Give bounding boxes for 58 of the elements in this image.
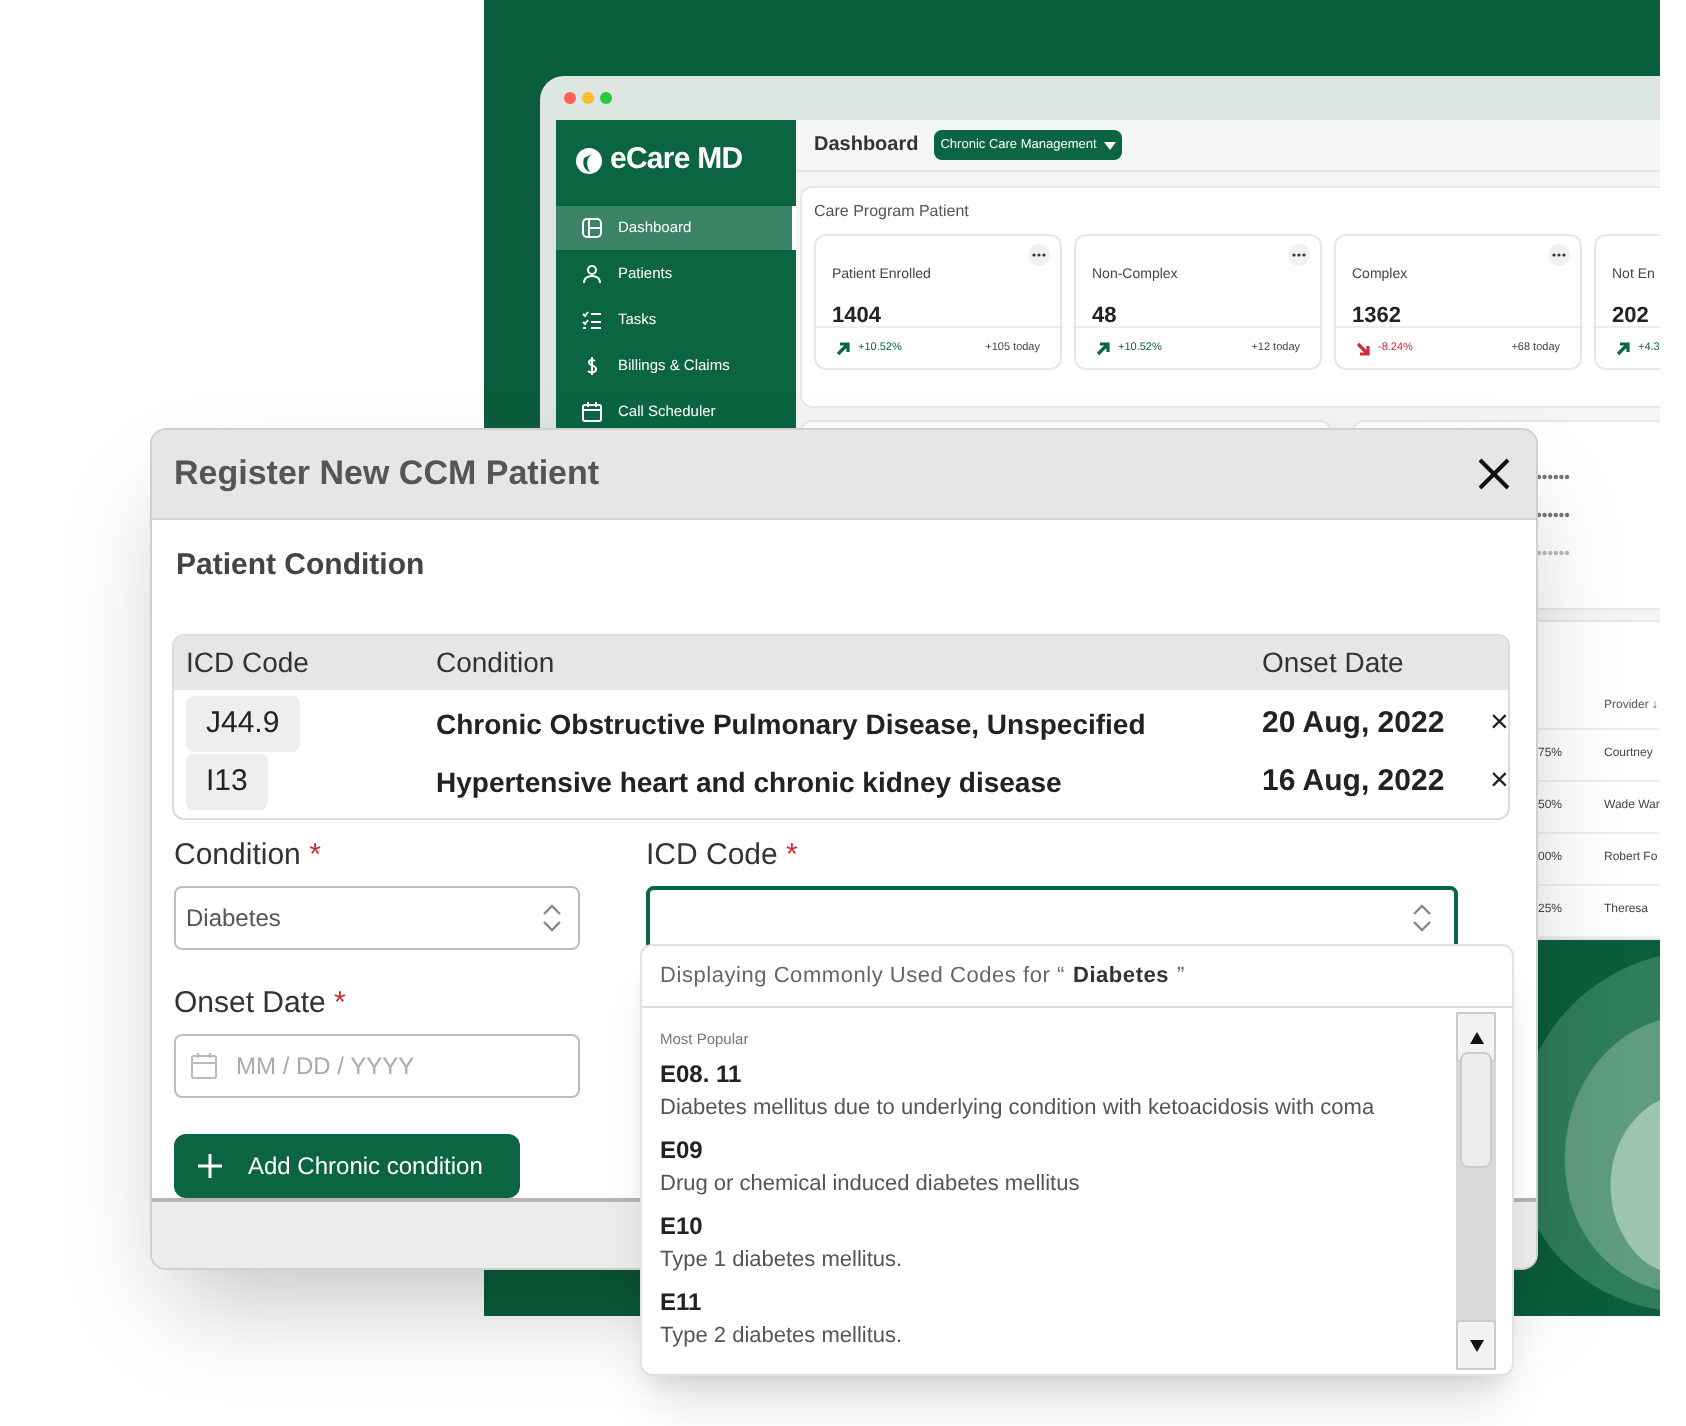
option-description[interactable]: Type 2 diabetes mellitus. bbox=[660, 1320, 1456, 1353]
scroll-up-icon bbox=[1469, 1031, 1483, 1043]
table-cell-text: 20 Aug, 2022 bbox=[1262, 703, 1447, 744]
required-mark: * bbox=[309, 837, 321, 871]
option-code[interactable]: E09 bbox=[660, 1132, 1456, 1169]
select-arrows-icon bbox=[542, 903, 562, 931]
option-code[interactable]: E10 bbox=[660, 1208, 1456, 1245]
option-description[interactable]: Diabetes mellitus due to underlying condition with ketoacidosis with coma bbox=[660, 1092, 1456, 1125]
masked-value-icon bbox=[1536, 550, 1570, 556]
add-condition-button[interactable]: Add Chronic condition bbox=[174, 1133, 520, 1197]
dollar-icon bbox=[582, 356, 602, 376]
code-tag: I13 bbox=[186, 753, 268, 811]
masked-value-icon bbox=[1536, 474, 1570, 480]
option-description[interactable]: Type 1 diabetes mellitus. bbox=[660, 1244, 1456, 1277]
page-title: Dashboard bbox=[814, 132, 919, 161]
scroll-thumb[interactable] bbox=[1460, 1052, 1492, 1168]
condition-select[interactable]: Diabetes bbox=[174, 885, 580, 949]
modal-title: Register New CCM Patient bbox=[174, 452, 600, 497]
required-mark: * bbox=[786, 837, 798, 871]
card-title: Care Program Patient bbox=[814, 200, 969, 225]
stat-value: 1404 bbox=[832, 302, 883, 333]
column-header: ICD Code bbox=[186, 643, 311, 681]
table-cell-text: Hypertensive heart and chronic kidney disease bbox=[436, 763, 1064, 802]
stat-value: 48 bbox=[1092, 302, 1119, 333]
select-arrows-icon bbox=[1412, 904, 1432, 932]
option-code[interactable]: E11 bbox=[660, 1284, 1456, 1321]
section-title: Patient Condition bbox=[174, 546, 427, 586]
masked-value-icon bbox=[1536, 512, 1570, 518]
option-description[interactable]: Drug or chemical induced diabetes mellitus bbox=[660, 1168, 1456, 1201]
field-label: ICD Code bbox=[646, 837, 778, 871]
calendar-icon bbox=[582, 402, 602, 422]
calendar-icon bbox=[190, 1051, 218, 1079]
required-mark: * bbox=[334, 985, 346, 1019]
scroll-down-icon bbox=[1469, 1339, 1483, 1351]
remove-button[interactable]: × bbox=[1490, 766, 1508, 798]
caret-icon bbox=[1104, 141, 1117, 150]
option-code[interactable]: E08. 11 bbox=[660, 1056, 1456, 1093]
column-header: Onset Date bbox=[1262, 643, 1406, 681]
code-tag: J44.9 bbox=[186, 695, 300, 753]
checklist-icon bbox=[582, 310, 602, 330]
table-cell-text: Chronic Obstructive Pulmonary Disease, Unspecified bbox=[436, 705, 1148, 744]
stat-value: 202 bbox=[1612, 302, 1651, 333]
plus-icon bbox=[198, 1153, 222, 1177]
person-icon bbox=[582, 264, 602, 284]
dropdown-header: Displaying Commonly Used Codes for “ Diabetes ” bbox=[642, 946, 1512, 1008]
close-icon bbox=[1478, 458, 1510, 490]
close-button[interactable] bbox=[1476, 456, 1512, 492]
column-header: Condition bbox=[436, 643, 557, 681]
date-field[interactable]: MM / DD / YYYY bbox=[174, 1033, 580, 1097]
remove-button[interactable]: × bbox=[1490, 708, 1508, 740]
layout-icon bbox=[582, 218, 602, 238]
field-label: Onset Date bbox=[174, 985, 326, 1019]
brand-name: eCare MD bbox=[610, 140, 743, 181]
table-cell-text: 16 Aug, 2022 bbox=[1262, 761, 1447, 802]
scrollbar[interactable] bbox=[1456, 1012, 1496, 1370]
field-label: Condition bbox=[174, 837, 301, 871]
logo-icon bbox=[576, 148, 602, 174]
stat-value: 1362 bbox=[1352, 302, 1403, 333]
